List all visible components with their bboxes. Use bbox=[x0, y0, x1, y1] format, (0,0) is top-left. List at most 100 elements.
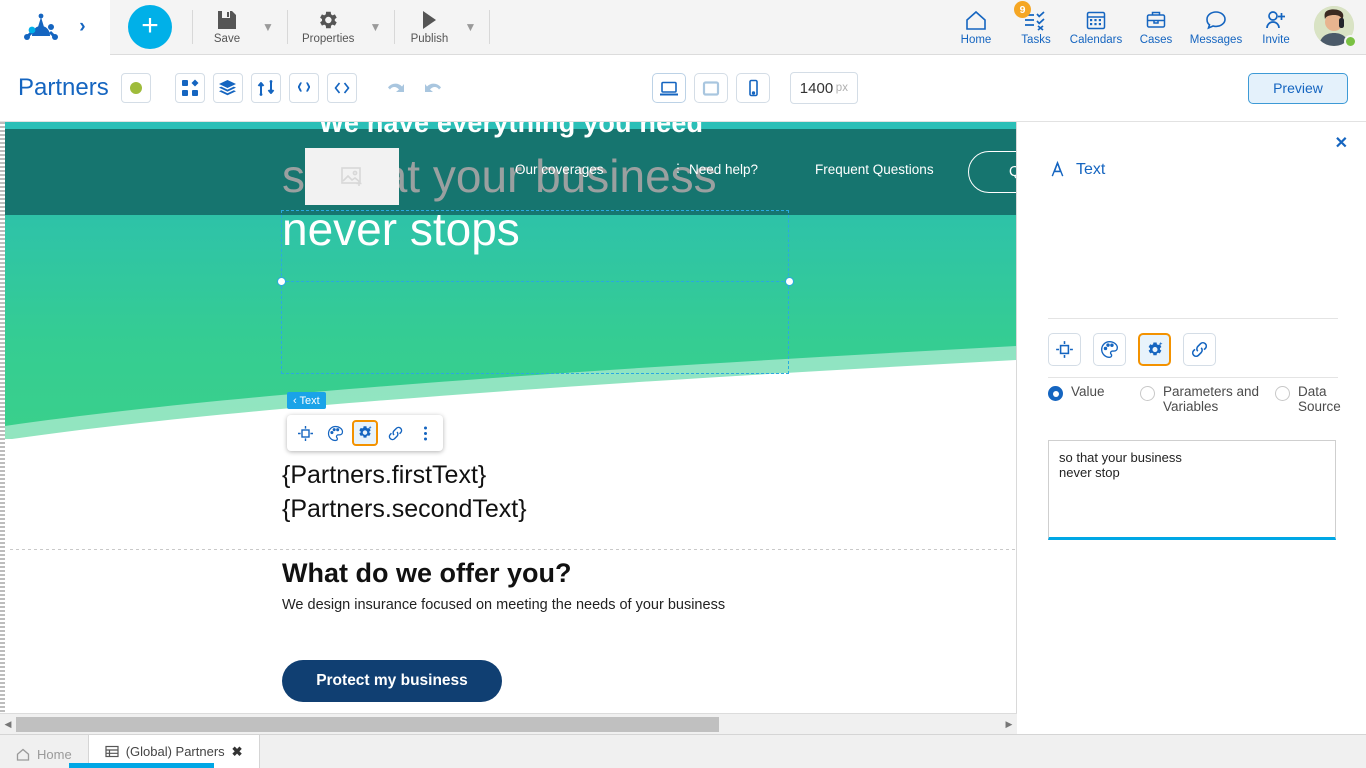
properties-button[interactable]: Properties bbox=[294, 2, 362, 52]
calendar-icon bbox=[1085, 9, 1107, 31]
properties-label: Properties bbox=[302, 33, 355, 45]
radio-indicator[interactable] bbox=[1048, 386, 1063, 401]
close-icon[interactable]: ✖ bbox=[232, 744, 243, 760]
device-desktop-button[interactable] bbox=[651, 73, 686, 103]
preview-button[interactable]: Preview bbox=[1247, 72, 1348, 104]
selection-handle-right[interactable] bbox=[785, 277, 794, 286]
page-icon bbox=[105, 745, 119, 758]
play-icon bbox=[418, 9, 440, 31]
canvas-width-field[interactable]: px bbox=[789, 72, 858, 104]
braces-button[interactable] bbox=[288, 73, 319, 103]
properties-dropdown-chevron-down-icon[interactable]: ▼ bbox=[362, 2, 388, 52]
save-button[interactable]: Save bbox=[199, 2, 255, 52]
cta-label: Protect my business bbox=[316, 672, 468, 689]
divider bbox=[394, 10, 396, 44]
scroll-thumb[interactable] bbox=[16, 716, 719, 732]
tasks-badge: 9 bbox=[1014, 1, 1031, 18]
binding-second-text[interactable]: {Partners.secondText} bbox=[282, 495, 527, 524]
save-icon bbox=[216, 9, 238, 31]
canvas-width-input[interactable] bbox=[797, 78, 836, 98]
site-nav-link-faq[interactable]: Frequent Questions bbox=[815, 162, 934, 177]
nav-item-invite[interactable]: Invite bbox=[1246, 1, 1306, 53]
save-dropdown-chevron-down-icon[interactable]: ▼ bbox=[255, 2, 281, 52]
radio-option-value[interactable]: Value bbox=[1048, 384, 1140, 401]
status-badge bbox=[129, 82, 142, 94]
value-source-radio-group: Value Parameters and Variables Data Sour… bbox=[1048, 384, 1348, 414]
nav-item-messages[interactable]: Messages bbox=[1186, 1, 1246, 53]
layers-icon bbox=[218, 79, 237, 97]
undo-button[interactable] bbox=[380, 73, 411, 103]
close-icon[interactable]: ✕ bbox=[1335, 136, 1348, 152]
widgets-button[interactable] bbox=[174, 73, 205, 103]
design-canvas[interactable]: We have everything you need so that your… bbox=[0, 122, 1017, 734]
site-nav-link-help[interactable]: Need help? bbox=[689, 162, 758, 177]
device-mobile-button[interactable] bbox=[735, 73, 770, 103]
offer-heading[interactable]: What do we offer you? bbox=[282, 558, 572, 589]
publish-label: Publish bbox=[410, 33, 449, 45]
selection-handle-left[interactable] bbox=[277, 277, 286, 286]
add-button[interactable]: + bbox=[128, 5, 172, 49]
binding-first-text[interactable]: {Partners.firstText} bbox=[282, 461, 486, 490]
selection-type-tag[interactable]: ‹ Text bbox=[287, 392, 326, 409]
mobile-icon bbox=[746, 79, 760, 97]
link-button[interactable] bbox=[382, 420, 408, 446]
element-float-toolbar[interactable] bbox=[287, 415, 443, 451]
global-nav: Home 9 Tasks Calendars Cases Messages In… bbox=[946, 1, 1366, 53]
preview-label: Preview bbox=[1273, 80, 1323, 96]
code-icon bbox=[333, 79, 351, 97]
sidebar-expand-icon[interactable]: › bbox=[79, 16, 85, 38]
device-tablet-button[interactable] bbox=[693, 73, 728, 103]
flow-button[interactable] bbox=[250, 73, 281, 103]
offer-subtitle[interactable]: We design insurance focused on meeting t… bbox=[282, 597, 725, 613]
nav-label: Messages bbox=[1189, 33, 1243, 46]
scroll-right-button[interactable]: ▶ bbox=[1001, 714, 1017, 735]
nav-label: Cases bbox=[1139, 33, 1173, 46]
radio-label: Data Source bbox=[1298, 384, 1341, 414]
nav-label: Tasks bbox=[1021, 33, 1051, 46]
palette-icon bbox=[1100, 340, 1119, 359]
avatar[interactable] bbox=[1314, 6, 1357, 48]
active-tab-underline bbox=[69, 763, 214, 768]
radio-option-parameters[interactable]: Parameters and Variables bbox=[1140, 384, 1275, 414]
radio-indicator[interactable] bbox=[1140, 386, 1155, 401]
redo-button[interactable] bbox=[418, 73, 449, 103]
publish-dropdown-chevron-down-icon[interactable]: ▼ bbox=[457, 2, 483, 52]
panel-move-button[interactable] bbox=[1048, 333, 1081, 366]
scroll-track[interactable] bbox=[16, 714, 1001, 735]
style-button[interactable] bbox=[322, 420, 348, 446]
panel-link-button[interactable] bbox=[1183, 333, 1216, 366]
panel-title: Text bbox=[1076, 160, 1106, 178]
panel-style-button[interactable] bbox=[1093, 333, 1126, 366]
nav-item-tasks[interactable]: 9 Tasks bbox=[1006, 1, 1066, 53]
site-nav-link-coverages[interactable]: Our coverages bbox=[515, 162, 604, 177]
radio-option-data-source[interactable]: Data Source bbox=[1275, 384, 1346, 414]
canvas-width-unit: px bbox=[835, 82, 848, 94]
site-nav-more-icon[interactable]: ⋮ bbox=[672, 162, 684, 174]
protect-my-business-button[interactable]: Protect my business bbox=[282, 660, 502, 702]
nav-item-cases[interactable]: Cases bbox=[1126, 1, 1186, 53]
project-status-button[interactable] bbox=[120, 73, 151, 103]
project-toolbar: Partners 1400 px Preview bbox=[0, 55, 1366, 122]
save-label: Save bbox=[213, 33, 241, 45]
braces-icon bbox=[295, 79, 313, 97]
scroll-left-button[interactable]: ◀ bbox=[0, 714, 16, 735]
nav-item-home[interactable]: Home bbox=[946, 1, 1006, 53]
gear-icon bbox=[317, 9, 339, 31]
layers-button[interactable] bbox=[212, 73, 243, 103]
publish-button[interactable]: Publish bbox=[401, 2, 457, 52]
settings-button[interactable] bbox=[352, 420, 378, 446]
text-value-textarea[interactable]: so that your business never stop bbox=[1048, 440, 1336, 540]
site-quote-button[interactable]: Q bbox=[968, 151, 1016, 193]
panel-settings-button[interactable] bbox=[1138, 333, 1171, 366]
nav-item-calendars[interactable]: Calendars bbox=[1066, 1, 1126, 53]
move-button[interactable] bbox=[292, 420, 318, 446]
radio-indicator[interactable] bbox=[1275, 386, 1290, 401]
section-divider bbox=[10, 549, 1016, 550]
canvas-horizontal-scrollbar[interactable]: ◀ ▶ bbox=[0, 713, 1017, 734]
tab-label: Home bbox=[37, 747, 72, 762]
hero-section[interactable]: We have everything you need so that your… bbox=[5, 122, 1016, 439]
code-button[interactable] bbox=[326, 73, 357, 103]
more-options-button[interactable] bbox=[412, 420, 438, 446]
move-icon bbox=[297, 425, 314, 442]
page-preview: We have everything you need so that your… bbox=[5, 122, 1016, 720]
